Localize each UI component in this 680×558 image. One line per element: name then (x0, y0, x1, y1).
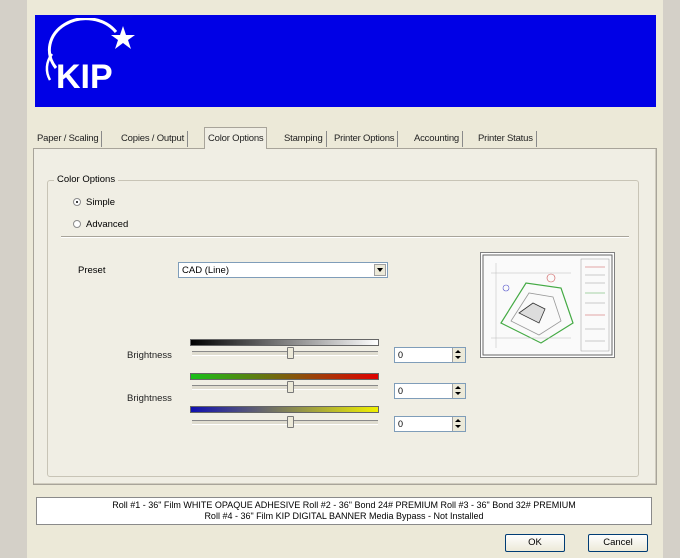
brightness-spinner[interactable]: 0 (394, 383, 466, 399)
spinner-arrows[interactable] (452, 384, 465, 398)
spinner-value: 0 (398, 386, 404, 396)
slider-track (192, 385, 378, 390)
brightness-spinner[interactable]: 0 (394, 347, 466, 363)
tab-stamping[interactable]: Stamping (281, 131, 327, 147)
radio-dot[interactable] (73, 198, 81, 206)
cancel-button[interactable]: Cancel (588, 534, 648, 552)
brightness-label: Brightness (127, 350, 172, 361)
gray-gradient-bar (190, 339, 379, 346)
tab-paper-scaling[interactable]: Paper / Scaling (34, 131, 103, 147)
media-status-line-2: Roll #4 - 36" Film KIP DIGITAL BANNER Me… (204, 511, 484, 521)
radio-label: Simple (86, 196, 116, 208)
separator (61, 236, 629, 237)
ok-button[interactable]: OK (505, 534, 565, 552)
radio-label: Advanced (86, 218, 129, 230)
spinner-arrows[interactable] (452, 348, 465, 362)
preset-dropdown[interactable]: CAD (Line) (178, 262, 388, 278)
kip-logo: KIP (45, 18, 135, 96)
arrow-up-icon[interactable] (455, 419, 461, 422)
svg-text:KIP: KIP (56, 58, 113, 96)
arrow-up-icon[interactable] (455, 386, 461, 389)
chevron-down-icon[interactable] (374, 264, 386, 276)
blue-yellow-spinner[interactable]: 0 (394, 416, 466, 432)
spinner-arrows[interactable] (452, 417, 465, 431)
slider-track (192, 351, 378, 356)
green-red-gradient-bar (190, 373, 379, 380)
arrow-up-icon[interactable] (455, 350, 461, 353)
media-status: Roll #1 - 36" Film WHITE OPAQUE ADHESIVE… (36, 497, 652, 525)
preset-label: Preset (78, 265, 106, 276)
radio-advanced[interactable]: Advanced (73, 218, 128, 230)
blue-yellow-slider-thumb[interactable] (287, 416, 294, 428)
brightness-slider-thumb[interactable] (287, 381, 294, 393)
brightness-label: Brightness (127, 393, 172, 404)
spinner-value: 0 (398, 350, 404, 360)
spinner-value: 0 (398, 419, 404, 429)
radio-dot[interactable] (73, 220, 81, 228)
media-status-line-1: Roll #1 - 36" Film WHITE OPAQUE ADHESIVE… (112, 500, 576, 510)
tab-printer-status[interactable]: Printer Status (475, 131, 537, 147)
tab-copies-output[interactable]: Copies / Output (118, 131, 189, 147)
group-title: Color Options (54, 174, 119, 185)
preset-value: CAD (Line) (182, 265, 229, 276)
print-preview-image (480, 252, 615, 358)
brightness-slider-thumb[interactable] (287, 347, 294, 359)
radio-simple[interactable]: Simple (73, 196, 115, 208)
tab-color-options[interactable]: Color Options (204, 127, 268, 149)
arrow-down-icon[interactable] (455, 392, 461, 395)
slider-track (192, 420, 378, 425)
arrow-down-icon[interactable] (455, 425, 461, 428)
blue-yellow-gradient-bar (190, 406, 379, 413)
tab-printer-options[interactable]: Printer Options (331, 131, 399, 147)
arrow-down-icon[interactable] (455, 356, 461, 359)
tab-accounting[interactable]: Accounting (411, 131, 464, 147)
